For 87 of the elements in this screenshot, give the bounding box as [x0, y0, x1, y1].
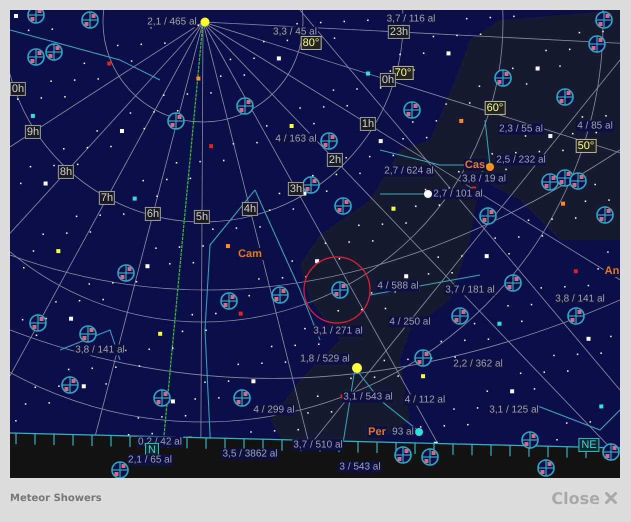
meteor-shower-icon[interactable]	[45, 43, 63, 61]
star-label: 3 / 543 al	[338, 462, 382, 472]
hour-label: 6h	[144, 206, 162, 222]
hour-label: 9h	[24, 124, 42, 140]
target-circle	[303, 256, 371, 324]
meteor-shower-icon[interactable]	[302, 176, 320, 194]
meteor-shower-icon[interactable]	[29, 314, 47, 332]
meteor-shower-icon[interactable]	[271, 286, 289, 304]
star-label: 2,7 / 624 al	[383, 166, 435, 176]
star-label: 4 / 588 al	[376, 280, 420, 292]
star-label: 4 / 112 al	[404, 394, 446, 406]
meteor-shower-icon[interactable]	[320, 132, 338, 150]
star-label: 3,1 / 543 al	[342, 392, 394, 402]
star-label: 3,8 / 141 al	[554, 294, 606, 304]
meteor-shower-icon[interactable]	[61, 376, 79, 394]
star-label: 3,7 / 116 al	[386, 14, 436, 24]
meteor-shower-icon[interactable]	[79, 325, 97, 343]
hour-label: 8h	[58, 164, 74, 180]
hour-label: 7h	[98, 190, 116, 206]
star-label: 2,1 / 465 al	[146, 16, 198, 28]
meteor-shower-icon[interactable]	[27, 48, 45, 66]
meteor-shower-icon[interactable]	[556, 88, 574, 106]
meteor-shower-icon[interactable]	[111, 461, 129, 478]
close-icon	[602, 489, 620, 507]
meteor-shower-icon[interactable]	[403, 101, 421, 119]
meteor-shower-icon[interactable]	[602, 443, 620, 461]
star-label: 2,5 / 232 al	[495, 154, 547, 166]
star-label: 3,8 / 141 al	[74, 344, 126, 356]
meteor-shower-icon[interactable]	[537, 459, 555, 477]
star-label: 3,1 / 125 al	[488, 404, 540, 416]
meteor-shower-icon[interactable]	[117, 264, 135, 282]
meteor-shower-icon[interactable]	[236, 97, 254, 115]
star-label: 3,7 / 181 al	[444, 284, 496, 296]
star-label: 3,3 / 45 al	[272, 26, 318, 38]
hour-label: 1h	[360, 116, 376, 132]
meteor-shower-icon[interactable]	[220, 292, 238, 310]
constellation-name: Per	[367, 426, 387, 438]
star-label: 3,5 / 3862 al	[221, 448, 279, 460]
meteor-shower-icon[interactable]	[569, 172, 587, 190]
meteor-shower-icon[interactable]	[504, 274, 522, 292]
declination-label: 80°	[300, 36, 322, 50]
star-label: 2,2 / 362 al	[452, 358, 504, 370]
declination-label: 50°	[576, 138, 596, 154]
hour-label: 0h	[380, 72, 396, 88]
declination-label: 70°	[392, 66, 414, 80]
meteor-shower-icon[interactable]	[153, 389, 171, 407]
meteor-shower-icon[interactable]	[479, 207, 497, 225]
star-label: 2,1 / 65 al	[127, 454, 173, 466]
star-label: 4 / 299 al	[252, 404, 296, 416]
meteor-shower-icon[interactable]	[521, 431, 539, 449]
star-label: 4 / 250 al	[388, 316, 432, 328]
meteor-shower-icon[interactable]	[421, 448, 439, 466]
meteor-shower-icon[interactable]	[81, 11, 99, 29]
meteor-shower-icon[interactable]	[451, 307, 469, 325]
meteor-shower-icon[interactable]	[331, 281, 349, 299]
star-label: 93 al	[391, 426, 415, 438]
panel-title: Meteor Showers	[10, 492, 102, 504]
constellation-name: An	[604, 264, 620, 278]
meteor-shower-icon[interactable]	[567, 307, 585, 325]
star-label: 3,7 / 510 al	[292, 440, 344, 450]
meteor-shower-icon[interactable]	[588, 35, 606, 53]
meteor-shower-icon[interactable]	[394, 446, 412, 464]
constellation-name: Cas	[464, 158, 486, 172]
meteor-shower-icon[interactable]	[494, 69, 512, 87]
star-label: 1,8 / 529 al	[299, 354, 351, 364]
hour-label: 2h	[326, 152, 344, 168]
star-label: 4 / 163 al	[274, 134, 318, 144]
compass-label: NE	[578, 438, 600, 452]
star-label: 3,1 / 271 al	[312, 326, 364, 336]
declination-label: 60°	[484, 100, 506, 116]
meteor-shower-icon[interactable]	[27, 10, 45, 24]
star-label: 2,3 / 55 al	[498, 124, 544, 134]
hour-label: 3h	[288, 182, 304, 196]
meteor-shower-icon[interactable]	[334, 197, 352, 215]
meteor-shower-icon[interactable]	[414, 349, 432, 367]
meteor-shower-icon[interactable]	[595, 11, 613, 29]
hour-label: 23h	[388, 24, 410, 40]
hour-label: 4h	[242, 202, 258, 216]
meteor-shower-icon[interactable]	[167, 112, 185, 130]
hour-label: 0h	[10, 82, 26, 96]
hour-label: 5h	[194, 210, 210, 224]
meteor-shower-icon[interactable]	[233, 389, 251, 407]
star-label: 4 / 85 al	[576, 120, 614, 132]
star-label: 2,7 / 101 al	[432, 188, 484, 200]
star-label: 3,8 / 19 al	[461, 174, 507, 184]
meteor-shower-icon[interactable]	[596, 206, 614, 224]
constellation-name: Cam	[237, 248, 263, 260]
